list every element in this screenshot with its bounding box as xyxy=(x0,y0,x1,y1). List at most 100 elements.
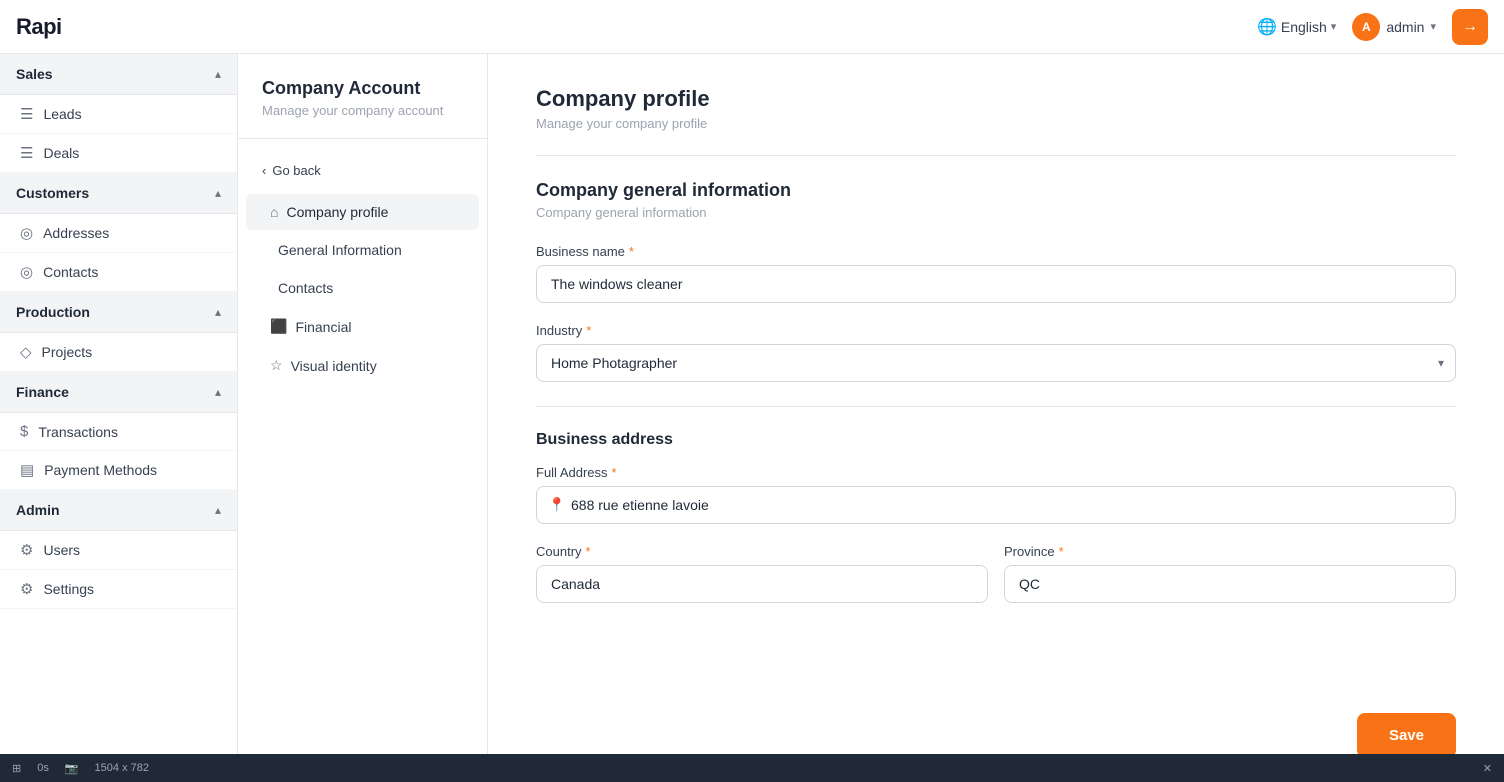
sidebar-header-production[interactable]: Production ▴ xyxy=(0,292,237,333)
save-button[interactable]: Save xyxy=(1357,713,1456,758)
sidebar-item-deals[interactable]: ☰ Deals xyxy=(0,134,237,173)
secondary-nav-financial[interactable]: ⬛ Financial xyxy=(246,308,479,345)
secondary-nav-label: Company profile xyxy=(286,204,388,220)
sidebar-item-users[interactable]: ⚙ Users xyxy=(0,531,237,570)
section-divider-2 xyxy=(536,406,1456,407)
sidebar: Sales ▴ ☰ Leads ☰ Deals Customers ▴ ◎ Ad… xyxy=(0,54,238,782)
sidebar-item-leads[interactable]: ☰ Leads xyxy=(0,95,237,134)
full-address-group: Full Address * 📍 xyxy=(536,465,1456,524)
sidebar-section-label-sales: Sales xyxy=(16,66,53,82)
secondary-nav-company-profile[interactable]: ⌂ Company profile xyxy=(246,194,479,230)
secondary-header: Company Account Manage your company acco… xyxy=(238,78,487,138)
admin-selector[interactable]: A admin ▾ xyxy=(1352,13,1436,41)
chevron-down-icon: ▾ xyxy=(1331,20,1337,33)
time-indicator: 0s xyxy=(37,762,49,774)
sidebar-section-customers: Customers ▴ ◎ Addresses ◎ Contacts xyxy=(0,173,237,292)
page-subtitle: Manage your company profile xyxy=(536,116,1456,131)
sidebar-item-label: Contacts xyxy=(43,264,98,280)
sidebar-item-label: Projects xyxy=(42,344,93,360)
country-input[interactable] xyxy=(536,565,988,603)
sidebar-item-label: Settings xyxy=(43,581,94,597)
secondary-nav-visual-identity[interactable]: ☆ Visual identity xyxy=(246,347,479,384)
go-back-label: Go back xyxy=(272,163,320,178)
secondary-subtitle: Manage your company account xyxy=(262,103,463,118)
sidebar-header-admin[interactable]: Admin ▴ xyxy=(0,490,237,531)
sidebar-item-label: Deals xyxy=(43,145,79,161)
secondary-nav-contacts[interactable]: Contacts xyxy=(246,270,479,306)
country-group: Country * xyxy=(536,544,988,603)
secondary-nav-general-information[interactable]: General Information xyxy=(246,232,479,268)
business-name-input[interactable] xyxy=(536,265,1456,303)
main-content: Company profile Manage your company prof… xyxy=(488,54,1504,782)
address-section-title: Business address xyxy=(536,431,1456,449)
chevron-left-icon: ‹ xyxy=(262,163,266,178)
close-icon[interactable]: ✕ xyxy=(1483,762,1492,775)
bottom-bar: ⊞ 0s 📷 1504 x 782 ✕ xyxy=(0,754,1504,782)
secondary-nav-label: General Information xyxy=(278,242,402,258)
sidebar-header-sales[interactable]: Sales ▴ xyxy=(0,54,237,95)
industry-select[interactable]: Home Photagrapher xyxy=(536,344,1456,382)
province-label: Province * xyxy=(1004,544,1456,559)
location-icon: ◎ xyxy=(20,224,33,242)
language-selector[interactable]: 🌐 English ▾ xyxy=(1257,17,1336,37)
sidebar-header-finance[interactable]: Finance ▴ xyxy=(0,372,237,413)
language-label: English xyxy=(1281,19,1327,35)
avatar: A xyxy=(1352,13,1380,41)
required-star: * xyxy=(1059,544,1064,559)
chevron-up-icon: ▴ xyxy=(215,503,221,517)
province-group: Province * xyxy=(1004,544,1456,603)
sidebar-section-label-customers: Customers xyxy=(16,185,89,201)
sidebar-item-payment-methods[interactable]: ▤ Payment Methods xyxy=(0,451,237,490)
user-icon: ⚙ xyxy=(20,541,33,559)
sidebar-section-label-admin: Admin xyxy=(16,502,60,518)
bank-icon: ⬛ xyxy=(270,318,287,335)
sidebar-item-label: Leads xyxy=(43,106,81,122)
diamond-icon: ◇ xyxy=(20,343,32,361)
app-layout: Sales ▴ ☰ Leads ☰ Deals Customers ▴ ◎ Ad… xyxy=(0,54,1504,782)
sidebar-section-admin: Admin ▴ ⚙ Users ⚙ Settings xyxy=(0,490,237,609)
sidebar-item-addresses[interactable]: ◎ Addresses xyxy=(0,214,237,253)
camera-icon: 📷 xyxy=(65,762,79,775)
full-address-label: Full Address * xyxy=(536,465,1456,480)
required-star: * xyxy=(612,465,617,480)
chevron-up-icon: ▴ xyxy=(215,305,221,319)
secondary-nav-label: Visual identity xyxy=(291,358,377,374)
sidebar-item-transactions[interactable]: $ Transactions xyxy=(0,413,237,451)
dimensions-label: 1504 x 782 xyxy=(95,762,149,774)
sidebar-item-projects[interactable]: ◇ Projects xyxy=(0,333,237,372)
list-icon: ☰ xyxy=(20,144,33,162)
sidebar-header-customers[interactable]: Customers ▴ xyxy=(0,173,237,214)
business-name-group: Business name * xyxy=(536,244,1456,303)
industry-group: Industry * Home Photagrapher ▾ xyxy=(536,323,1456,382)
sidebar-section-sales: Sales ▴ ☰ Leads ☰ Deals xyxy=(0,54,237,173)
country-label: Country * xyxy=(536,544,988,559)
required-star: * xyxy=(586,323,591,338)
sidebar-item-label: Users xyxy=(43,542,80,558)
topbar-right: 🌐 English ▾ A admin ▾ → xyxy=(1257,9,1488,45)
secondary-sidebar: Company Account Manage your company acco… xyxy=(238,54,488,782)
sidebar-item-settings[interactable]: ⚙ Settings xyxy=(0,570,237,609)
secondary-nav-label: Financial xyxy=(295,319,351,335)
chevron-up-icon: ▴ xyxy=(215,385,221,399)
chevron-up-icon: ▴ xyxy=(215,186,221,200)
topbar-action-button[interactable]: → xyxy=(1452,9,1488,45)
sidebar-item-label: Payment Methods xyxy=(44,462,157,478)
app-logo: Rapi xyxy=(16,14,62,40)
full-address-input[interactable] xyxy=(536,486,1456,524)
go-back-button[interactable]: ‹ Go back xyxy=(238,155,487,186)
sidebar-section-finance: Finance ▴ $ Transactions ▤ Payment Metho… xyxy=(0,372,237,490)
star-icon: ☆ xyxy=(270,357,283,374)
settings-icon: ⚙ xyxy=(20,580,33,598)
province-input[interactable] xyxy=(1004,565,1456,603)
secondary-title: Company Account xyxy=(262,78,463,99)
page-title: Company profile xyxy=(536,86,1456,112)
sidebar-item-label: Transactions xyxy=(38,424,118,440)
sidebar-item-contacts[interactable]: ◎ Contacts xyxy=(0,253,237,292)
divider xyxy=(238,138,487,139)
secondary-nav-label: Contacts xyxy=(278,280,333,296)
pin-icon: 📍 xyxy=(548,497,565,514)
globe-icon: 🌐 xyxy=(1257,17,1277,37)
industry-label: Industry * xyxy=(536,323,1456,338)
topbar: Rapi 🌐 English ▾ A admin ▾ → xyxy=(0,0,1504,54)
grid-icon: ⊞ xyxy=(12,762,21,775)
